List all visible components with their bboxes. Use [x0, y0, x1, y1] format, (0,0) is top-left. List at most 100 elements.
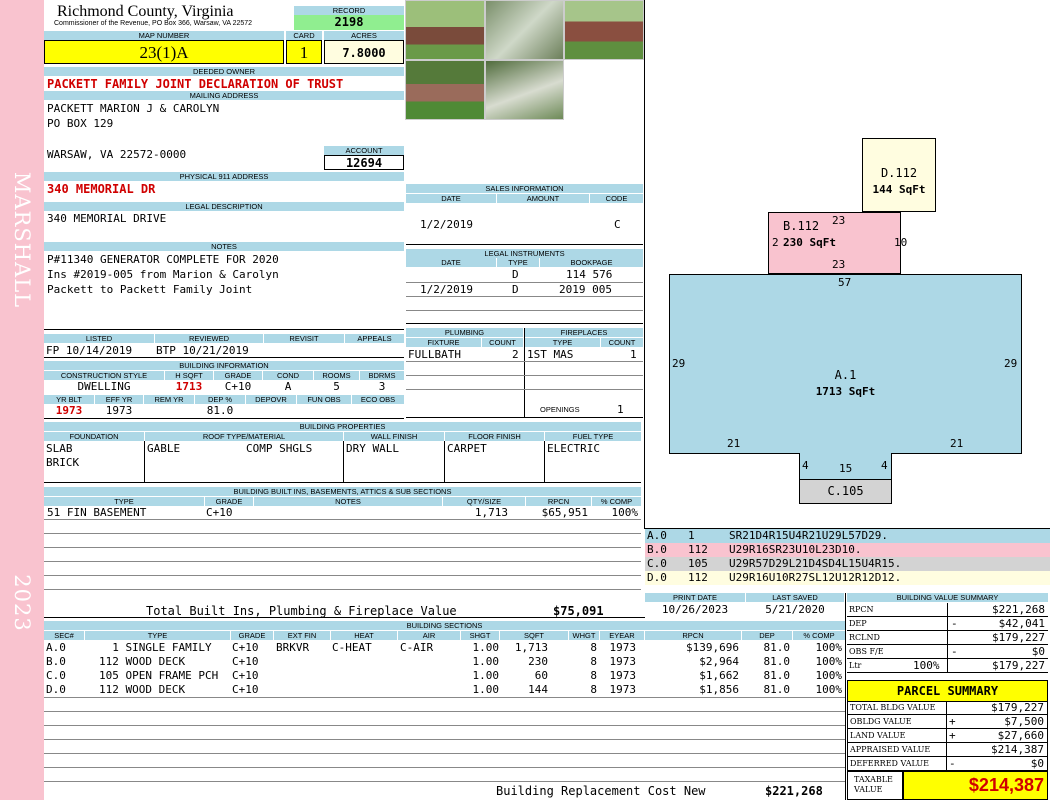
taxable-label-2: VALUE [854, 785, 883, 794]
bvs-percent: 100% [913, 659, 940, 672]
sec-col-grade: GRADE [231, 631, 273, 640]
map-number: 23(1)A [44, 40, 284, 64]
house-photo-2 [485, 0, 564, 60]
bi-col-cond: COND [263, 371, 313, 380]
building-info-label: BUILDING INFORMATION [44, 361, 404, 370]
legend-row-c: C.0 105 U29R57D29L21D4SD4L15U4R15. [645, 557, 1050, 571]
parcel-value: $27,660 [997, 729, 1044, 742]
parcel-label: LAND VALUE [850, 731, 906, 740]
listed-label: LISTED [44, 334, 154, 343]
openings-label: OPENINGS [540, 405, 580, 414]
sketch-b-prefix: 2 [772, 236, 779, 249]
dim-b-bottom: 23 [832, 258, 846, 271]
section-sec: A.0 [46, 641, 66, 654]
section-whgt: 8 [590, 655, 597, 668]
legend-a-code: A.0 [647, 529, 667, 542]
parcel-divider [946, 757, 947, 771]
builtins-label: BUILDING BUILT INS, BASEMENTS, ATTICS & … [44, 487, 641, 496]
bvs-label: RPCN [849, 605, 874, 614]
section-row: A.0 1 SINGLE FAMILY C+10 BRKVR C-HEAT C-AIR 1… [44, 641, 845, 655]
section-shgt: 1.00 [472, 683, 500, 696]
listed-value: FP 10/14/2019 [46, 344, 133, 357]
bvs-label: OBS F/E [849, 647, 884, 656]
builtins-total-label: Total Built Ins, Plumbing & Fireplace Va… [146, 604, 457, 618]
dim-notch-right: 4 [881, 459, 888, 472]
print-date: 10/26/2023 [661, 603, 729, 616]
bvs-divider [947, 659, 948, 673]
prop-col-roof: ROOF TYPE/MATERIAL [145, 432, 343, 441]
sec-col-dep: DEP [742, 631, 792, 640]
dim-b-top: 23 [832, 214, 846, 227]
section-ext: BRKVR [276, 641, 310, 654]
bin-col-grade: GRADE [205, 497, 253, 506]
sections-total: $221,268 [765, 784, 823, 798]
legal-desc: 340 MEMORIAL DRIVE [47, 212, 167, 225]
section-grade: C+10 [232, 669, 259, 682]
parcel-row: APPRAISED VALUE $214,387 [847, 743, 1048, 757]
section-comp: 100% [815, 669, 843, 682]
acres-label: ACRES [324, 31, 404, 40]
prop-foundation-1: SLAB [46, 442, 73, 455]
card-number: 1 [286, 40, 322, 64]
physical-address: 340 MEMORIAL DR [47, 182, 156, 196]
bi-col-hsqft: H SQFT [165, 371, 213, 380]
account-label: ACCOUNT [324, 146, 404, 155]
section-grade: C+10 [232, 655, 259, 668]
bi-dep: 81.0 [206, 404, 234, 417]
section-shgt: 1.00 [472, 655, 500, 668]
li-type-2: D [512, 283, 519, 296]
parcel-divider [946, 701, 947, 715]
parcel-value: $179,227 [991, 701, 1044, 714]
bin-col-comp: % COMP [592, 497, 641, 506]
section-type: 112 WOOD DECK [99, 655, 186, 668]
account-value: 12694 [324, 155, 404, 170]
parcel-value: $7,500 [1004, 715, 1044, 728]
sketch-area-a [669, 274, 1022, 454]
sections-label: BUILDING SECTIONS [44, 621, 845, 630]
sec-col-eyear: EYEAR [600, 631, 644, 640]
side-municipality: MARSHALL [10, 171, 34, 309]
commissioner-line: Commissioner of the Revenue, PO Box 366,… [54, 20, 253, 27]
dim-a-bottom-right: 21 [950, 437, 964, 450]
section-grade: C+10 [232, 641, 259, 654]
legend-b-type: 112 [688, 543, 708, 556]
section-comp: 100% [815, 683, 843, 696]
dim-a-left: 29 [672, 357, 686, 370]
physical-label: PHYSICAL 911 ADDRESS [44, 172, 404, 181]
dim-a-right: 29 [1004, 357, 1018, 370]
bi-bdrms: 3 [378, 380, 386, 393]
parcel-row: LAND VALUE + $27,660 [847, 729, 1048, 743]
mailing-label: MAILING ADDRESS [44, 91, 404, 100]
print-date-label: PRINT DATE [645, 593, 745, 602]
revisit-label: REVISIT [264, 334, 344, 343]
county-title: Richmond County, Virginia [57, 3, 234, 20]
parcel-sign: + [949, 729, 956, 742]
bin-type: 51 FIN BASEMENT [47, 506, 147, 519]
sketch-area-b-label: 230 SqFt [783, 236, 836, 249]
legend-a-type: 1 [688, 529, 695, 542]
parcel-label: DEFERRED VALUE [850, 759, 929, 768]
bi-rooms: 5 [333, 380, 340, 393]
section-sqft: 60 [534, 669, 548, 682]
builtins-total: $75,091 [553, 604, 604, 618]
legal-inst-label: LEGAL INSTRUMENTS [406, 249, 643, 258]
legend-a-path: SR21D4R15U4R21U29L57D29. [729, 529, 888, 542]
notes-line-3: Packett to Packett Family Joint [47, 283, 253, 296]
bi-col-grade: GRADE [214, 371, 262, 380]
li-bookpage-1: 114 576 [566, 268, 613, 281]
section-comp: 100% [815, 655, 843, 668]
fp-type: 1ST MAS [527, 348, 574, 361]
plumb-col-fixture: FIXTURE [406, 338, 481, 347]
dim-notch-bottom: 15 [839, 462, 853, 475]
section-shgt: 1.00 [472, 669, 500, 682]
bvs-divider [947, 617, 948, 631]
bvs-value: $0 [1031, 645, 1045, 658]
prop-wall: DRY WALL [346, 442, 399, 455]
bi-grade: C+10 [224, 380, 252, 393]
bvs-row: RPCN $221,268 [847, 603, 1048, 617]
house-photo-3 [564, 0, 644, 60]
parcel-divider [946, 743, 947, 757]
section-rpcn: $2,964 [699, 655, 739, 668]
legend-b-code: B.0 [647, 543, 667, 556]
prop-col-floor: FLOOR FINISH [445, 432, 544, 441]
